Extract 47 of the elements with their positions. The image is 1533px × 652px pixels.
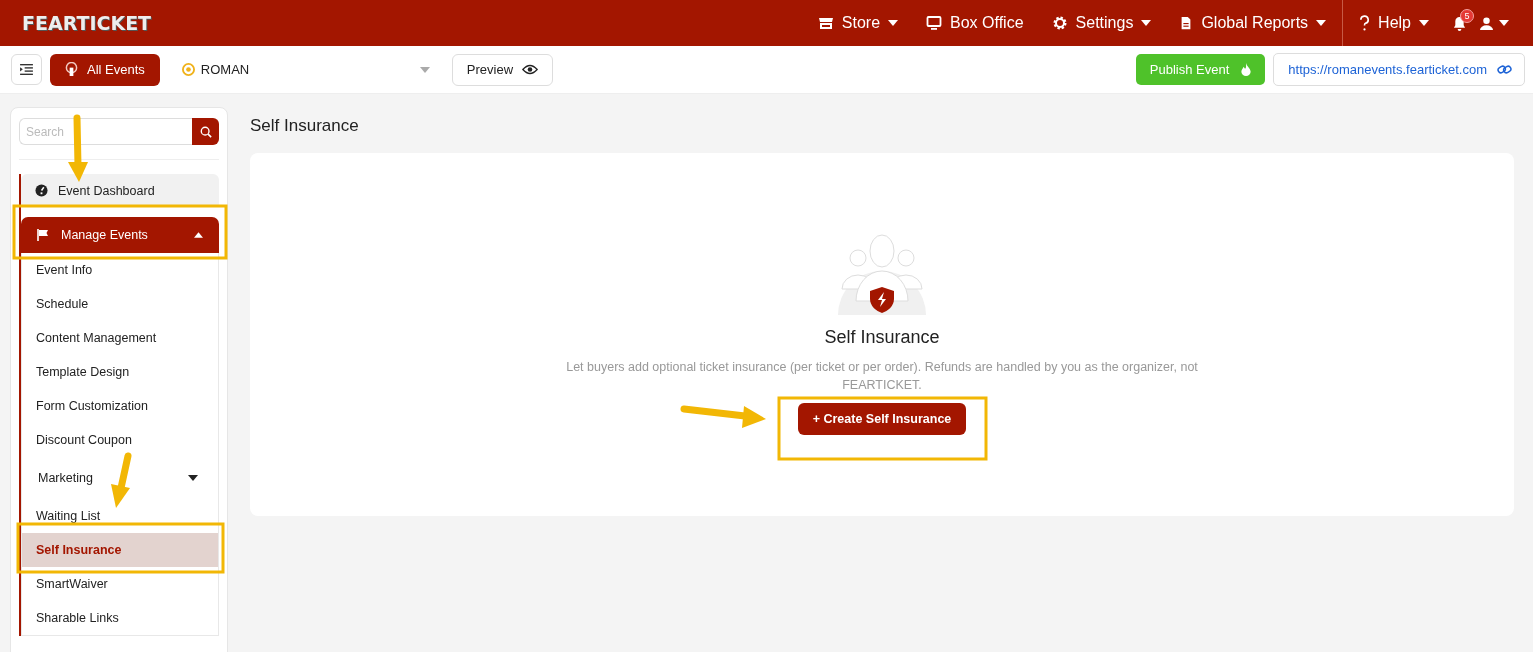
flame-icon xyxy=(1241,63,1252,76)
notification-badge: 5 xyxy=(1460,9,1474,23)
create-self-insurance-button[interactable]: + Create Self Insurance xyxy=(797,403,967,435)
help-menu[interactable]: Help xyxy=(1345,0,1443,46)
event-url-link[interactable]: https://romanevents.fearticket.com xyxy=(1273,53,1525,86)
preview-button[interactable]: Preview xyxy=(451,53,554,86)
event-select[interactable]: ROMAN xyxy=(181,62,436,77)
search-icon xyxy=(199,125,212,138)
caret-icon xyxy=(1141,20,1152,26)
gauge-icon xyxy=(35,184,48,197)
nav-menu-item[interactable]: Store xyxy=(803,0,913,46)
annotation-arrow xyxy=(68,114,88,182)
annotation-arrow xyxy=(111,452,132,508)
menu-icon xyxy=(20,64,33,75)
search-field[interactable]: Search xyxy=(19,118,192,145)
sidebar-item[interactable]: Event Dashboard xyxy=(21,174,219,207)
caret-icon xyxy=(888,20,899,26)
monitor-icon xyxy=(926,15,943,31)
collapse-menu-button[interactable] xyxy=(11,54,42,85)
target-icon xyxy=(181,63,195,76)
eye-icon xyxy=(522,64,539,75)
link-icon xyxy=(1497,63,1512,76)
nav-menu-item[interactable]: Settings xyxy=(1037,0,1166,46)
caret-icon xyxy=(419,66,430,73)
notifications-button[interactable]: 5 xyxy=(1443,0,1476,46)
empty-state-text: Let buyers add optional ticket insurance (per ticket or per order). Refunds are handled by you as the organizer, not FEARTICKET. xyxy=(565,359,1199,394)
people-shield-icon xyxy=(838,231,926,315)
user-icon xyxy=(1480,16,1493,30)
caret-icon xyxy=(194,232,203,238)
caret-icon xyxy=(1499,20,1509,26)
bell-icon xyxy=(1453,15,1466,31)
gear-icon xyxy=(1051,15,1068,31)
sidebar-item[interactable]: Self Insurance xyxy=(22,533,218,567)
nav-menu-item[interactable]: Box Office xyxy=(912,0,1038,46)
nav-menu-item[interactable]: Global Reports xyxy=(1165,0,1341,46)
question-icon xyxy=(1359,14,1371,32)
empty-state-heading: Self Insurance xyxy=(824,327,940,348)
sidebar-group-header[interactable]: Manage Events xyxy=(21,217,219,253)
all-events-button[interactable]: All Events xyxy=(50,53,160,86)
caret-icon xyxy=(1316,20,1327,26)
flag-icon xyxy=(37,229,49,241)
search-button[interactable] xyxy=(192,118,219,145)
caret-icon xyxy=(1419,20,1429,26)
caret-icon xyxy=(188,475,198,481)
page-title: Self Insurance xyxy=(250,116,360,136)
store-icon xyxy=(817,15,834,31)
logo[interactable]: FEARTICKET xyxy=(22,12,152,34)
